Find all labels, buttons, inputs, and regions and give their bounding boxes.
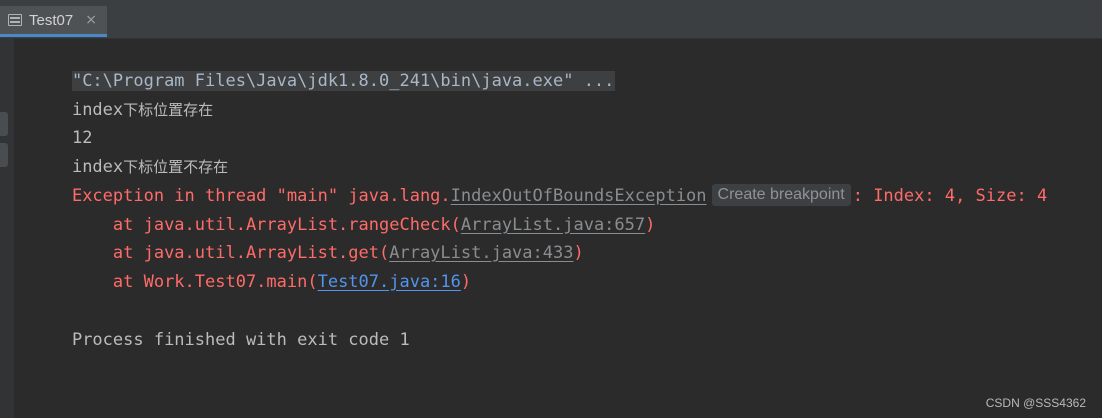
command-line: "C:\Program Files\Java\jdk1.8.0_241\bin\… [31, 42, 616, 91]
stack-frame-3: at Work.Test07.main(Test07.java:16) [31, 243, 471, 292]
tab-label: Test07 [29, 11, 74, 29]
run-console-icon [8, 14, 22, 26]
exception-suffix: : Index: 4, Size: 4 [852, 186, 1048, 206]
stack-frame-1-suffix: ) [645, 215, 656, 235]
tab-bar: Test07 × [0, 0, 1102, 39]
output-line-3: index下标位置不存在 [31, 128, 228, 177]
stack-frame-2: at java.util.ArrayList.get(ArrayList.jav… [31, 214, 584, 263]
create-breakpoint-button[interactable]: Create breakpoint [711, 184, 851, 206]
process-finished-line: Process finished with exit code 1 [31, 301, 410, 350]
gutter-button-2[interactable] [0, 143, 8, 167]
process-finished-text: Process finished with exit code 1 [71, 330, 410, 350]
stack-frame-1: at java.util.ArrayList.rangeCheck(ArrayL… [31, 186, 655, 235]
output-line-1-cjk: 下标位置存在 [123, 101, 214, 119]
output-line-1: index下标位置存在 [31, 71, 213, 120]
stack-frame-3-link[interactable]: Test07.java:16 [318, 272, 461, 292]
stack-frame-3-suffix: ) [460, 272, 472, 292]
exception-line: Exception in thread "main" java.lang.Ind… [31, 157, 1047, 206]
gutter-button-1[interactable] [0, 112, 8, 136]
stack-frame-3-prefix: at Work.Test07.main( [71, 272, 318, 292]
console-output: "C:\Program Files\Java\jdk1.8.0_241\bin\… [31, 40, 1102, 418]
watermark: CSDN @SSS4362 [985, 396, 1086, 410]
close-icon[interactable]: × [85, 12, 97, 28]
tab-test07[interactable]: Test07 × [0, 6, 107, 37]
stack-frame-2-suffix: ) [573, 243, 584, 263]
output-line-2: 12 [31, 99, 92, 148]
console-gutter [0, 39, 14, 418]
